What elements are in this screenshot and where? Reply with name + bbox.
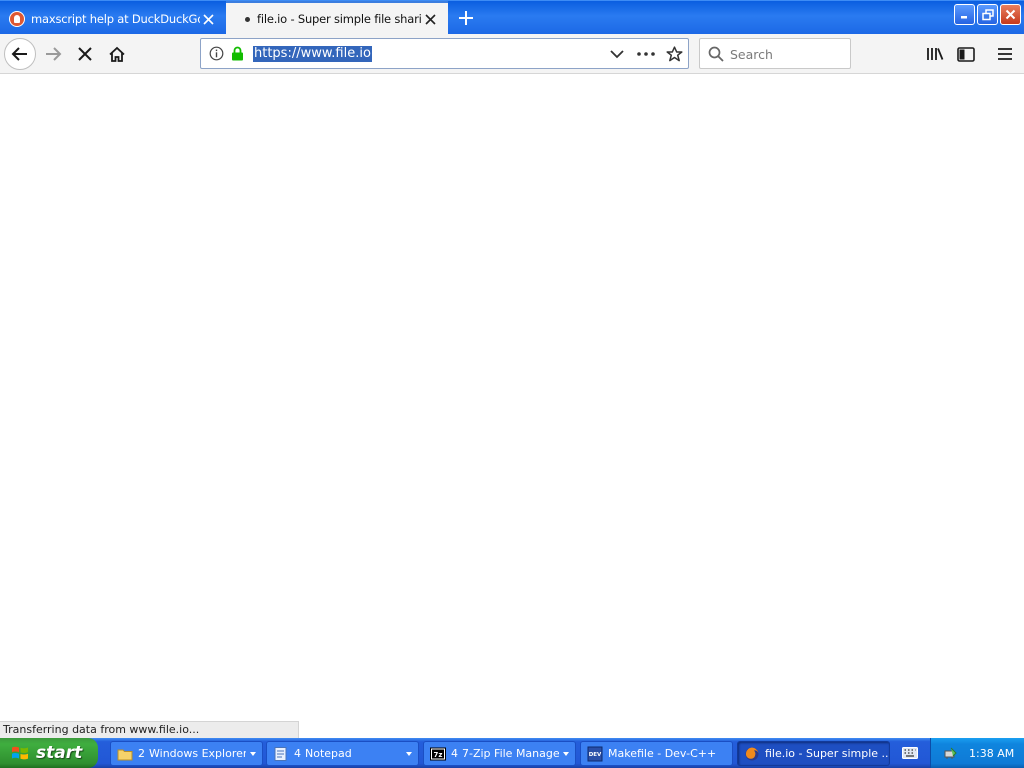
task-label: Makefile - Dev-C++ xyxy=(608,747,717,760)
network-icon[interactable] xyxy=(943,745,959,761)
duckduckgo-icon xyxy=(9,11,25,27)
loading-dot-icon xyxy=(245,16,250,22)
search-input[interactable] xyxy=(730,45,845,63)
group-count: 2 xyxy=(138,747,145,760)
group-count: 4 xyxy=(294,747,301,760)
close-icon xyxy=(1005,9,1016,20)
notepad-icon xyxy=(274,746,287,761)
minimize-button[interactable] xyxy=(954,4,975,25)
plus-icon xyxy=(459,11,473,25)
svg-text:7z: 7z xyxy=(434,751,443,759)
search-icon xyxy=(708,46,724,62)
restore-icon xyxy=(981,8,994,20)
task-label: file.io - Super simple ... xyxy=(765,747,889,760)
menu-button[interactable] xyxy=(995,44,1015,64)
start-button[interactable]: start xyxy=(0,738,98,768)
chevron-down-icon xyxy=(563,751,569,756)
close-window-button[interactable] xyxy=(1000,4,1021,25)
task-label: 7-Zip File Manager xyxy=(462,747,559,760)
close-tab-icon[interactable] xyxy=(200,11,216,27)
task-label: Notepad xyxy=(305,747,352,760)
new-tab-button[interactable] xyxy=(455,7,477,29)
devcpp-icon: DEV xyxy=(587,746,603,761)
taskbar-item-firefox[interactable]: file.io - Super simple ... xyxy=(737,741,890,766)
windows-taskbar: start 2 Windows Explorer 4 Notepad 7z 4 … xyxy=(0,738,1024,768)
taskbar-group-notepad[interactable]: 4 Notepad xyxy=(266,741,419,766)
library-button[interactable] xyxy=(925,44,945,64)
bookmark-star-icon[interactable] xyxy=(665,45,683,63)
home-icon xyxy=(109,46,125,62)
clock[interactable]: 1:38 AM xyxy=(969,747,1014,760)
status-bar: Transferring data from www.file.io... xyxy=(0,721,299,738)
taskbar-group-7zip[interactable]: 7z 4 7-Zip File Manager xyxy=(423,741,576,766)
close-tab-icon[interactable] xyxy=(422,11,438,27)
library-icon xyxy=(927,48,944,60)
navigation-toolbar: https://www.file.io xyxy=(0,34,1024,74)
tab-duckduckgo[interactable]: maxscript help at DuckDuckGo xyxy=(0,3,226,35)
page-content[interactable] xyxy=(0,75,1024,738)
stop-button[interactable] xyxy=(69,38,101,70)
back-arrow-icon xyxy=(11,47,27,61)
tab-title: maxscript help at DuckDuckGo xyxy=(31,12,200,26)
task-label: Windows Explorer xyxy=(149,747,246,760)
url-text[interactable]: https://www.file.io xyxy=(253,46,372,62)
url-dropdown-chevron-icon[interactable] xyxy=(608,45,626,63)
minimize-icon xyxy=(961,16,967,19)
sidebar-icon xyxy=(957,46,975,62)
address-bar[interactable]: https://www.file.io xyxy=(200,38,689,69)
sidebar-toggle-button[interactable] xyxy=(956,44,976,64)
search-box[interactable] xyxy=(699,38,851,69)
lock-icon[interactable] xyxy=(231,46,244,61)
taskbar-group-windows-explorer[interactable]: 2 Windows Explorer xyxy=(110,741,263,766)
keyboard-language-button[interactable] xyxy=(899,743,921,763)
chevron-down-icon xyxy=(250,751,256,756)
tab-title: file.io - Super simple file sharing xyxy=(257,12,422,26)
restore-button[interactable] xyxy=(977,4,998,25)
home-button[interactable] xyxy=(101,38,133,70)
back-button[interactable] xyxy=(4,38,36,70)
hamburger-menu-icon xyxy=(998,48,1012,60)
stop-icon xyxy=(78,47,92,61)
folder-icon xyxy=(117,749,133,760)
forward-button[interactable] xyxy=(37,38,69,70)
taskbar-item-devcpp[interactable]: DEV Makefile - Dev-C++ xyxy=(580,741,733,766)
tab-file-io[interactable]: file.io - Super simple file sharing xyxy=(226,1,448,35)
group-count: 4 xyxy=(451,747,458,760)
keyboard-icon xyxy=(902,747,918,759)
svg-text:DEV: DEV xyxy=(589,752,602,758)
sevenzip-icon: 7z xyxy=(430,747,446,760)
chevron-down-icon xyxy=(406,751,412,756)
system-tray: 1:38 AM xyxy=(930,738,1024,768)
page-actions-ellipsis-icon[interactable] xyxy=(637,45,655,63)
browser-tab-strip: maxscript help at DuckDuckGo file.io - S… xyxy=(0,0,1024,35)
start-label: start xyxy=(36,743,83,763)
windows-logo-icon xyxy=(12,746,28,760)
forward-arrow-icon xyxy=(46,47,62,61)
info-icon[interactable] xyxy=(209,46,224,61)
firefox-icon xyxy=(745,747,759,760)
